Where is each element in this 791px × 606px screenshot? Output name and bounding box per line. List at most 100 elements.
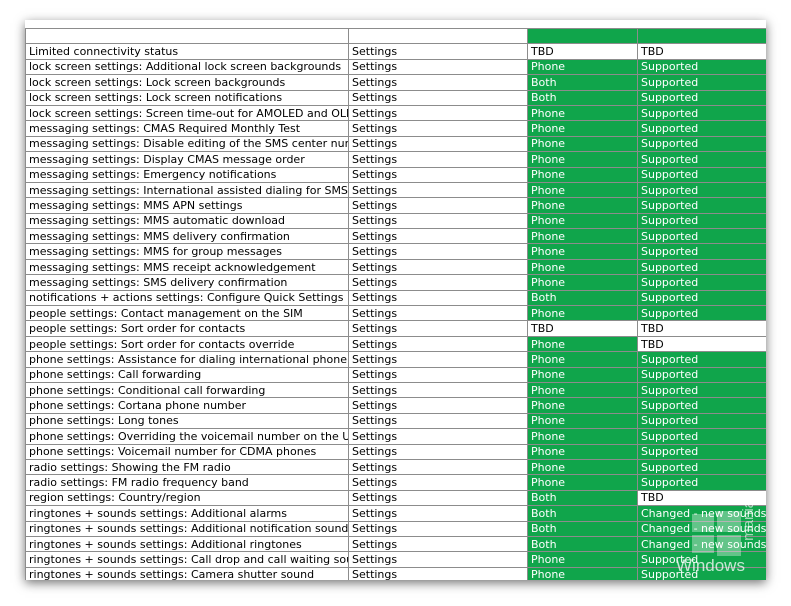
feature-cell: phone settings: Cortana phone number	[25, 397, 349, 414]
scope-cell: Phone	[527, 458, 638, 476]
category-cell: Settings	[348, 181, 528, 199]
feature-cell: phone settings: Long tones	[25, 412, 349, 430]
category-cell: Settings	[348, 212, 528, 230]
status-cell: Changed - new sounds	[637, 505, 766, 522]
category-cell: Settings	[348, 412, 528, 430]
status-cell: Supported	[637, 120, 766, 137]
scope-cell: Phone	[527, 166, 638, 183]
status-cell: Supported	[637, 397, 766, 414]
category-cell: Settings	[348, 474, 528, 491]
table-row: messaging settings: International assist…	[25, 181, 766, 199]
category-cell: Settings	[348, 289, 528, 307]
status-cell: Supported	[637, 58, 766, 76]
category-cell: Settings	[348, 43, 528, 60]
status-cell: Supported	[637, 289, 766, 307]
table-row: ringtones + sounds settings: Camera shut…	[25, 566, 766, 580]
status-cell: Supported	[637, 89, 766, 106]
feature-cell: radio settings: Showing the FM radio	[25, 458, 349, 476]
status-cell: Changed - new sounds	[637, 535, 766, 553]
status-cell: Supported	[637, 551, 766, 568]
status-cell: TBD	[637, 43, 766, 60]
table-row: lock screen settings: Screen time-out fo…	[25, 104, 766, 122]
status-cell: Supported	[637, 381, 766, 399]
scope-cell: Phone	[527, 243, 638, 260]
category-cell: Settings	[348, 104, 528, 122]
category-cell: Settings	[348, 120, 528, 137]
partial-cell	[527, 27, 638, 45]
category-cell: Settings	[348, 458, 528, 476]
table-row: phone settings: Cortana phone number Sett…	[25, 397, 766, 414]
status-cell: Supported	[637, 566, 766, 580]
feature-cell: ringtones + sounds settings: Call drop a…	[25, 551, 349, 568]
status-cell: Supported	[637, 305, 766, 322]
feature-cell: lock screen settings: Screen time-out fo…	[25, 104, 349, 122]
feature-cell: people settings: Sort order for contacts	[25, 320, 349, 337]
scope-cell: Phone	[527, 181, 638, 199]
feature-cell: people settings: Sort order for contacts…	[25, 335, 349, 353]
category-cell: Settings	[348, 243, 528, 260]
table-row: phone settings: Overriding the voicemail…	[25, 428, 766, 445]
scope-cell: Both	[527, 289, 638, 307]
table-row: messaging settings: Emergency notificati…	[25, 166, 766, 183]
feature-cell: messaging settings: CMAS Required Monthl…	[25, 120, 349, 137]
status-cell: Supported	[637, 74, 766, 91]
scope-cell: Phone	[527, 258, 638, 276]
feature-cell: phone settings: Call forwarding	[25, 366, 349, 383]
scope-cell: Both	[527, 520, 638, 537]
scope-cell: Phone	[527, 120, 638, 137]
scope-cell: Phone	[527, 412, 638, 430]
table-row-partial	[25, 27, 766, 45]
features-table: Limited connectivity status Settings TBD TB…	[25, 27, 766, 580]
spreadsheet-view: Limited connectivity status Settings TBD TB…	[25, 20, 766, 580]
feature-cell: Limited connectivity status	[25, 43, 349, 60]
table-row: messaging settings: MMS for group messag…	[25, 243, 766, 260]
partial-cell	[348, 27, 528, 45]
table-row: lock screen settings: Lock screen notifi…	[25, 89, 766, 106]
table-row: region settings: Country/region Settings B…	[25, 489, 766, 507]
category-cell: Settings	[348, 443, 528, 460]
feature-cell: phone settings: Overriding the voicemail…	[25, 428, 349, 445]
category-cell: Settings	[348, 166, 528, 183]
status-cell: Supported	[637, 151, 766, 168]
status-cell: Supported	[637, 258, 766, 276]
feature-cell: ringtones + sounds settings: Additional …	[25, 505, 349, 522]
feature-cell: radio settings: FM radio frequency band	[25, 474, 349, 491]
feature-cell: messaging settings: MMS for group messag…	[25, 243, 349, 260]
scope-cell: Phone	[527, 305, 638, 322]
status-cell: Supported	[637, 181, 766, 199]
status-cell: Supported	[637, 228, 766, 245]
category-cell: Settings	[348, 366, 528, 383]
feature-cell: phone settings: Voicemail number for CDM…	[25, 443, 349, 460]
category-cell: Settings	[348, 320, 528, 337]
feature-cell: lock screen settings: Additional lock sc…	[25, 58, 349, 76]
status-cell: Supported	[637, 412, 766, 430]
features-table-body: Limited connectivity status Settings TBD TB…	[25, 27, 766, 580]
table-row: ringtones + sounds settings: Additional …	[25, 535, 766, 553]
feature-cell: phone settings: Conditional call forward…	[25, 381, 349, 399]
category-cell: Settings	[348, 305, 528, 322]
scope-cell: Both	[527, 89, 638, 106]
category-cell: Settings	[348, 551, 528, 568]
table-row: phone settings: Assistance for dialing i…	[25, 351, 766, 368]
scope-cell: Both	[527, 535, 638, 553]
feature-cell: messaging settings: Display CMAS message…	[25, 151, 349, 168]
table-row: messaging settings: Display CMAS message…	[25, 151, 766, 168]
status-cell: Supported	[637, 474, 766, 491]
category-cell: Settings	[348, 505, 528, 522]
scope-cell: Phone	[527, 212, 638, 230]
feature-cell: messaging settings: MMS automatic downlo…	[25, 212, 349, 230]
table-row: ringtones + sounds settings: Call drop a…	[25, 551, 766, 568]
feature-cell: messaging settings: Emergency notificati…	[25, 166, 349, 183]
status-cell: Supported	[637, 135, 766, 153]
category-cell: Settings	[348, 428, 528, 445]
status-cell: TBD	[637, 489, 766, 507]
scope-cell: Phone	[527, 104, 638, 122]
partial-cell	[637, 27, 766, 45]
status-cell: Supported	[637, 274, 766, 291]
feature-cell: messaging settings: MMS APN settings	[25, 197, 349, 214]
category-cell: Settings	[348, 89, 528, 106]
feature-cell: ringtones + sounds settings: Additional …	[25, 535, 349, 553]
status-cell: Supported	[637, 428, 766, 445]
category-cell: Settings	[348, 228, 528, 245]
table-row: phone settings: Voicemail number for CDM…	[25, 443, 766, 460]
